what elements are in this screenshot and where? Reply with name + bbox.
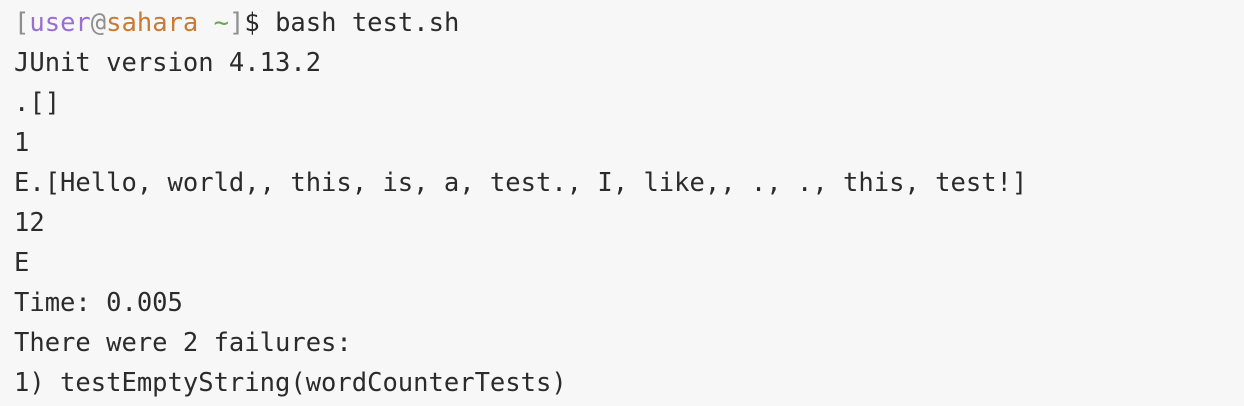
output-line-failure-1: 1) testEmptyString(wordCounterTests) (14, 368, 567, 398)
output-line-junit-version: JUnit version 4.13.2 (14, 48, 322, 78)
prompt-user: user (29, 8, 91, 38)
prompt-host: sahara (106, 8, 199, 38)
prompt-close-bracket: ] (228, 8, 245, 38)
output-line-error-marker: E (14, 248, 30, 278)
prompt-symbol: $ (244, 8, 276, 38)
output-line-count-1: 1 (14, 128, 30, 158)
prompt-cwd: ~ (213, 8, 229, 38)
prompt-line: [user@sahara ~]$ bash test.sh (14, 3, 1244, 43)
command-text: bash test.sh (275, 8, 460, 38)
output-line-failures-summary: There were 2 failures: (14, 328, 352, 358)
prompt-at: @ (90, 8, 107, 38)
output-line-empty-list: .[] (14, 88, 61, 118)
output-line-count-12: 12 (14, 208, 45, 238)
output-line-word-list: E.[Hello, world,, this, is, a, test., I,… (14, 168, 1028, 198)
prompt-open-bracket: [ (14, 8, 30, 38)
output-line-time: Time: 0.005 (14, 288, 183, 318)
terminal-window[interactable]: [user@sahara ~]$ bash test.sh JUnit vers… (0, 0, 1244, 406)
